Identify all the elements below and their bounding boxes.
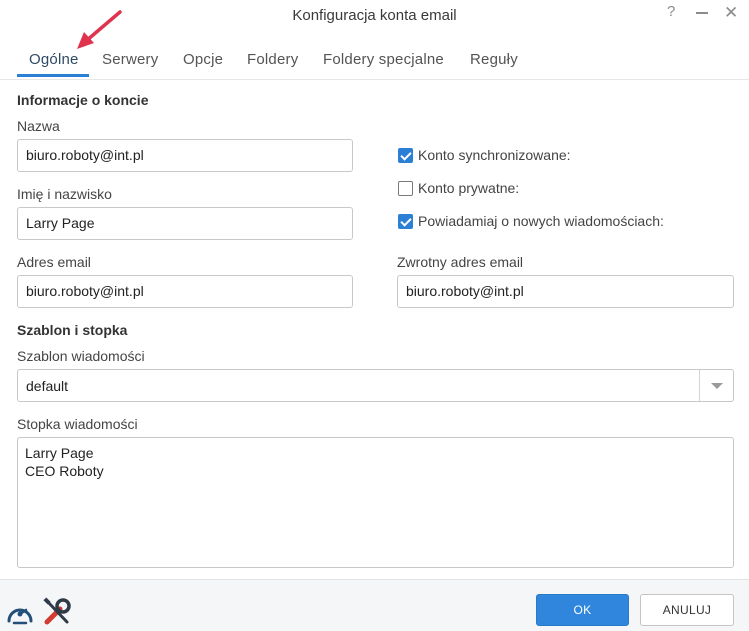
name-label: Nazwa	[17, 118, 60, 134]
close-button[interactable]: ✕	[724, 3, 738, 23]
tab-rules[interactable]: Reguły	[470, 51, 518, 68]
dialog-footer: OK ANULUJ	[0, 579, 749, 631]
active-tab-indicator	[17, 74, 89, 77]
template-label: Szablon wiadomości	[17, 348, 145, 364]
fullname-label: Imię i nazwisko	[17, 186, 112, 202]
template-select[interactable]: default	[17, 369, 734, 402]
tab-general[interactable]: Ogólne	[29, 51, 79, 68]
signature-textarea[interactable]: Larry Page CEO Roboty	[17, 437, 734, 568]
speedometer-icon[interactable]	[5, 599, 35, 625]
tab-folders[interactable]: Foldery	[247, 51, 298, 68]
cancel-button[interactable]: ANULUJ	[640, 594, 734, 626]
tab-special-folders[interactable]: Foldery specjalne	[323, 51, 444, 68]
tools-icon[interactable]	[42, 597, 72, 627]
chevron-down-icon[interactable]	[699, 370, 733, 401]
template-heading: Szablon i stopka	[17, 322, 128, 338]
template-select-value: default	[26, 378, 69, 394]
private-account-label: Konto prywatne:	[418, 180, 520, 196]
signature-line: CEO Roboty	[25, 463, 104, 479]
reply-email-input[interactable]: biuro.roboty@int.pl	[397, 275, 734, 308]
account-info-heading: Informacje o koncie	[17, 92, 149, 108]
annotation-arrow	[77, 10, 122, 49]
signature-line: Larry Page	[25, 445, 94, 461]
sync-account-label: Konto synchronizowane:	[418, 147, 571, 163]
fullname-input[interactable]: Larry Page	[17, 207, 353, 240]
minimize-button[interactable]	[696, 12, 710, 14]
checkbox-checked-icon	[398, 148, 413, 163]
checkbox-unchecked-icon	[398, 181, 413, 196]
email-input[interactable]: biuro.roboty@int.pl	[17, 275, 353, 308]
signature-label: Stopka wiadomości	[17, 416, 138, 432]
checkbox-checked-icon	[398, 214, 413, 229]
help-button[interactable]: ?	[667, 3, 675, 20]
ok-button[interactable]: OK	[536, 594, 629, 626]
tab-options[interactable]: Opcje	[183, 51, 223, 68]
reply-email-label: Zwrotny adres email	[397, 254, 524, 270]
email-label: Adres email	[17, 254, 91, 270]
notify-new-messages-label: Powiadamiaj o nowych wiadomościach:	[418, 213, 664, 229]
tab-servers[interactable]: Serwery	[102, 51, 158, 68]
name-input[interactable]: biuro.roboty@int.pl	[17, 139, 353, 172]
